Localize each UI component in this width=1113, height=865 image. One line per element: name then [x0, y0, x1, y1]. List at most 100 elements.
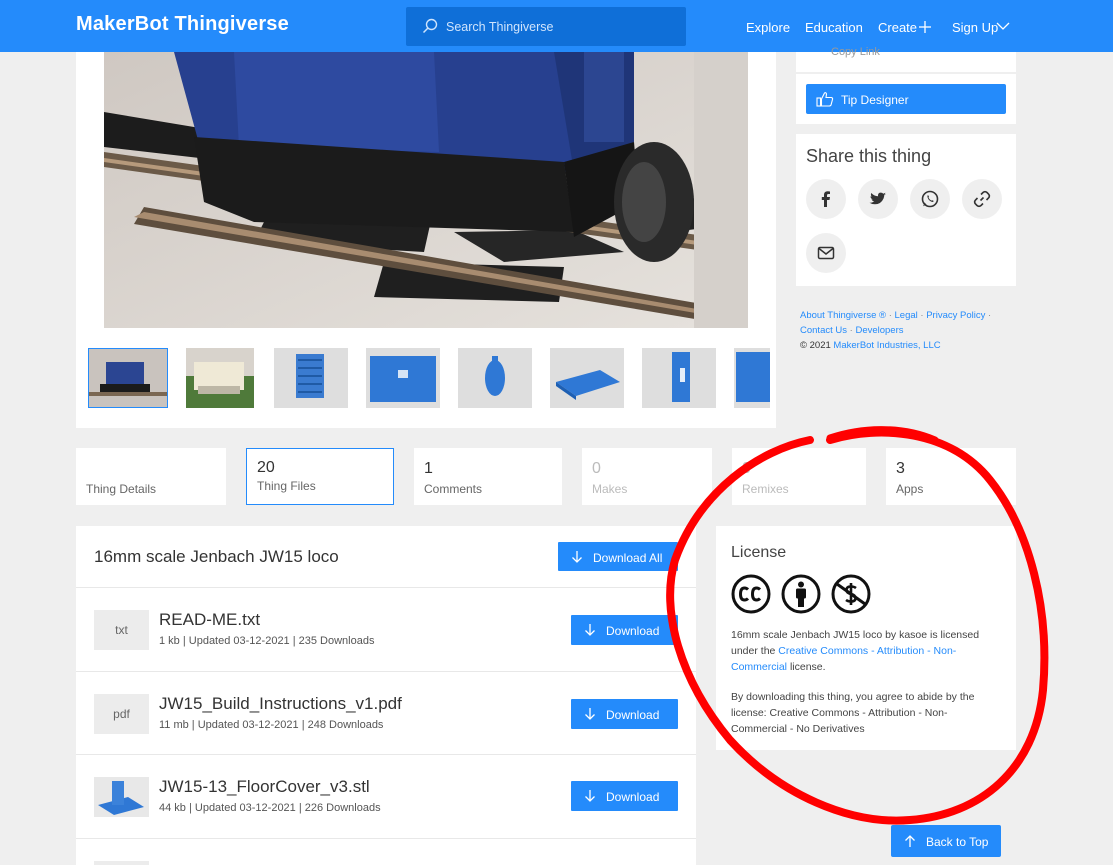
- thumbnail-2[interactable]: [186, 348, 254, 408]
- file-row: txt READ-ME.txt 1 kb | Updated 03-12-202…: [76, 587, 696, 671]
- nav-sign-up[interactable]: Sign Up: [952, 20, 998, 35]
- footer-privacy[interactable]: Privacy Policy: [926, 310, 985, 321]
- copy-link-share-button[interactable]: [962, 179, 1002, 219]
- footer-links-2: Contact Us · Developers: [800, 325, 904, 336]
- footer-developers[interactable]: Developers: [855, 325, 903, 336]
- copy-link[interactable]: Copy Link: [831, 46, 880, 58]
- footer-about[interactable]: About Thingiverse ®: [800, 310, 886, 321]
- email-share-button[interactable]: [806, 233, 846, 273]
- download-all-button[interactable]: Download All: [558, 542, 678, 571]
- file-name[interactable]: JW15-13_FloorCover_v3.stl: [159, 777, 370, 797]
- file-type-txt: txt: [94, 610, 149, 650]
- download-button[interactable]: Download: [571, 781, 678, 811]
- file-preview-thumbnail: [94, 861, 149, 865]
- makerbot-thingiverse-logo[interactable]: MakerBot Thingiverse: [76, 13, 289, 36]
- tab-label: Remixes: [742, 482, 789, 496]
- thumbnail-5[interactable]: [458, 348, 532, 408]
- tab-label: Thing Details: [86, 482, 157, 496]
- download-icon: [585, 708, 595, 720]
- download-button[interactable]: Download: [571, 615, 678, 645]
- file-type-pdf: pdf: [94, 694, 149, 734]
- file-meta: 11 mb | Updated 03-12-2021 | 248 Downloa…: [159, 719, 384, 731]
- file-row: JW15-13_FloorCover_v3.stl 44 kb | Update…: [76, 754, 696, 838]
- file-meta: 1 kb | Updated 03-12-2021 | 235 Download…: [159, 635, 375, 647]
- nav-create[interactable]: Create: [878, 20, 917, 35]
- file-name[interactable]: READ-ME.txt: [159, 610, 260, 630]
- facebook-share-button[interactable]: [806, 179, 846, 219]
- top-navbar: MakerBot Thingiverse Search Thingiverse …: [0, 0, 1113, 52]
- license-title: License: [731, 544, 787, 561]
- facebook-icon: [821, 191, 830, 207]
- search-placeholder: Search Thingiverse: [446, 20, 554, 34]
- share-title: Share this thing: [806, 146, 932, 166]
- footer-company[interactable]: MakerBot Industries, LLC: [833, 340, 940, 351]
- thumbnail-3[interactable]: [274, 348, 348, 408]
- plus-icon[interactable]: [918, 20, 932, 34]
- tip-designer-label: Tip Designer: [841, 93, 909, 107]
- tab-count: 20: [257, 459, 275, 476]
- image-gallery: [76, 52, 776, 428]
- back-to-top-label: Back to Top: [926, 835, 989, 849]
- search-box[interactable]: Search Thingiverse: [406, 7, 686, 46]
- tip-designer-button[interactable]: Tip Designer: [806, 84, 1006, 114]
- tab-comments[interactable]: 1 Comments: [414, 448, 562, 505]
- download-icon: [572, 551, 582, 563]
- file-row: [76, 838, 696, 865]
- tab-label: Comments: [424, 482, 483, 496]
- stl-preview-image: [98, 781, 144, 815]
- creative-commons-icon: [731, 574, 771, 614]
- tab-makes[interactable]: 0 Makes: [582, 448, 712, 505]
- footer-legal[interactable]: Legal: [895, 310, 918, 321]
- thumbnail-6[interactable]: [550, 348, 624, 408]
- arrow-up-icon: [905, 835, 915, 847]
- twitter-share-button[interactable]: [858, 179, 898, 219]
- file-name[interactable]: JW15_Build_Instructions_v1.pdf: [159, 694, 402, 714]
- footer-contact[interactable]: Contact Us: [800, 325, 847, 336]
- tab-remixes[interactable]: 0 Remixes: [732, 448, 866, 505]
- logo-thingiverse: Thingiverse: [174, 13, 289, 35]
- download-icon: [585, 624, 595, 636]
- tab-label: Apps: [896, 482, 924, 496]
- download-button[interactable]: Download: [571, 699, 678, 729]
- license-author[interactable]: kasoe: [899, 629, 927, 641]
- thumbnail-4[interactable]: [366, 348, 440, 408]
- file-meta: 44 kb | Updated 03-12-2021 | 226 Downloa…: [159, 802, 381, 814]
- nav-explore[interactable]: Explore: [746, 20, 790, 35]
- whatsapp-icon: [921, 190, 939, 208]
- license-by: by: [885, 629, 897, 641]
- files-panel: 16mm scale Jenbach JW15 loco Download Al…: [76, 526, 696, 865]
- license-thing-name: 16mm scale Jenbach JW15 loco: [731, 629, 883, 641]
- download-all-label: Download All: [593, 551, 663, 565]
- thumbnail-strip: [88, 348, 770, 408]
- thing-title: 16mm scale Jenbach JW15 loco: [94, 547, 339, 566]
- back-to-top-button[interactable]: Back to Top: [891, 825, 1001, 857]
- chevron-down-icon[interactable]: [996, 21, 1010, 31]
- thumbnail-7[interactable]: [642, 348, 716, 408]
- logo-makerbot: MakerBot: [76, 13, 169, 35]
- thumbnail-1[interactable]: [88, 348, 168, 408]
- whatsapp-share-button[interactable]: [910, 179, 950, 219]
- license-suffix: license.: [789, 661, 826, 673]
- tab-thing-details[interactable]: Thing Details: [76, 448, 226, 505]
- non-commercial-icon: [831, 574, 871, 614]
- thumbs-up-icon: [816, 92, 834, 107]
- thumbnail-8[interactable]: [734, 348, 770, 408]
- file-preview-thumbnail: [94, 777, 149, 817]
- tab-thing-files[interactable]: 20 Thing Files: [246, 448, 394, 505]
- attribution-icon: [781, 574, 821, 614]
- tab-label: Thing Files: [257, 479, 316, 493]
- copyright-text: © 2021: [800, 340, 831, 351]
- tab-apps[interactable]: 3 Apps: [886, 448, 1016, 505]
- actions-card: [796, 52, 1016, 72]
- main-photo[interactable]: [104, 52, 748, 328]
- download-icon: [585, 790, 595, 802]
- tab-count: 3: [896, 460, 905, 477]
- nav-education[interactable]: Education: [805, 20, 863, 35]
- license-agreement: By downloading this thing, you agree to …: [731, 691, 975, 735]
- download-label: Download: [606, 624, 660, 638]
- download-label: Download: [606, 708, 660, 722]
- license-card: License 16mm scale Jenbach JW15 loco by …: [716, 526, 1016, 750]
- tab-label: Makes: [592, 482, 628, 496]
- file-row: pdf JW15_Build_Instructions_v1.pdf 11 mb…: [76, 671, 696, 754]
- footer-copyright: © 2021 MakerBot Industries, LLC: [800, 338, 941, 353]
